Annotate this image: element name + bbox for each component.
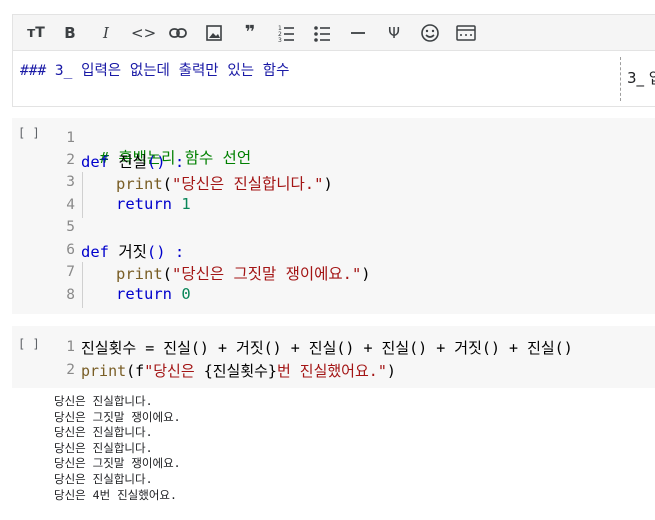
- number-literal: 1: [172, 195, 191, 213]
- code-line[interactable]: return 1: [116, 195, 191, 213]
- output-line: 당신은 4번 진실했어요.: [54, 487, 177, 502]
- quote-icon[interactable]: ❞: [239, 23, 261, 43]
- indent-guide: [82, 172, 83, 218]
- code-line[interactable]: print("당신은 진실합니다."): [116, 172, 333, 194]
- string-literal: "당신은 그짓말 쟁이에요.": [172, 265, 362, 283]
- markdown-source[interactable]: ### 3_ 입력은 없는데 출력만 있는 함수: [20, 59, 289, 80]
- output-line: 당신은 진실합니다.: [54, 425, 153, 440]
- keyword: def: [81, 243, 109, 261]
- markdown-preview: 3_ 입: [627, 69, 655, 87]
- italic-icon[interactable]: I: [95, 23, 117, 43]
- line-number: 1: [66, 339, 75, 355]
- image-icon[interactable]: [203, 23, 225, 43]
- output-line: 당신은 진실합니다.: [54, 394, 153, 408]
- string-literal: "당신은: [144, 362, 204, 380]
- editor-preview-divider: [620, 57, 621, 101]
- string-literal: "당신은 진실합니다.": [172, 175, 324, 193]
- line-number: 4: [66, 197, 75, 213]
- markdown-toolbar: тT B I <> ❞ 123 Ψ: [12, 14, 655, 51]
- code-line[interactable]: return 0: [116, 285, 191, 303]
- keyword: def: [81, 153, 109, 171]
- cell-output: 당신은 진실합니다. 당신은 그짓말 쟁이에요. 당신은 진실합니다. 당신은 진실합…: [54, 394, 181, 503]
- code-punctuation: ): [361, 265, 371, 283]
- output-line: 당신은 그짓말 쟁이에요.: [54, 456, 181, 471]
- line-number: 2: [66, 152, 75, 168]
- psi-icon[interactable]: Ψ: [383, 23, 405, 43]
- code-punctuation: (: [162, 175, 173, 193]
- builtin-function: print: [116, 175, 163, 193]
- function-name: 거짓: [109, 243, 147, 261]
- builtin-function: print: [81, 362, 127, 380]
- run-cell-2-button[interactable]: [ ]: [18, 337, 40, 351]
- numbered-list-icon[interactable]: 123: [275, 23, 297, 44]
- code-line[interactable]: print(f"당신은 {진실횟수}번 진실했어요."): [81, 360, 396, 381]
- string-literal: 번 진실했어요.": [276, 362, 387, 380]
- code-line[interactable]: def 진실() :: [81, 150, 184, 172]
- line-number: 5: [66, 219, 75, 235]
- keyword: return: [116, 195, 172, 213]
- keyword: return: [116, 285, 172, 303]
- builtin-function: print: [116, 265, 163, 283]
- horizontal-rule-icon[interactable]: [347, 23, 369, 43]
- code-icon[interactable]: <>: [131, 23, 156, 43]
- emoji-icon[interactable]: [419, 23, 441, 43]
- code-punctuation: ): [323, 175, 333, 193]
- line-number: 3: [66, 174, 75, 190]
- format-variable: {진실횟수}: [203, 362, 277, 380]
- function-name: 진실: [109, 153, 147, 171]
- link-icon[interactable]: [167, 23, 189, 43]
- code-line[interactable]: print("당신은 그짓말 쟁이에요."): [116, 262, 371, 284]
- code-line[interactable]: 진실횟수 = 진실() + 거짓() + 진실() + 진실() + 거짓() …: [81, 337, 573, 358]
- line-number: 6: [66, 242, 75, 258]
- line-number: 1: [66, 130, 75, 146]
- more-icon[interactable]: [455, 23, 477, 43]
- line-number: 7: [66, 264, 75, 280]
- markdown-editor[interactable]: ### 3_ 입력은 없는데 출력만 있는 함수 3_ 입: [12, 51, 655, 107]
- code-punctuation: (f: [126, 362, 145, 380]
- bulleted-list-icon[interactable]: [311, 23, 333, 43]
- text-size-icon[interactable]: тT: [25, 23, 47, 43]
- code-punctuation: () :: [146, 153, 185, 171]
- line-number: 8: [66, 287, 75, 303]
- run-cell-1-button[interactable]: [ ]: [18, 126, 40, 140]
- number-literal: 0: [172, 285, 191, 303]
- indent-guide: [82, 262, 83, 308]
- code-punctuation: () :: [146, 243, 185, 261]
- bold-icon[interactable]: B: [59, 23, 81, 43]
- line-number: 2: [66, 362, 75, 378]
- output-line: 당신은 그짓말 쟁이에요.: [54, 409, 181, 424]
- svg-text:3: 3: [278, 37, 282, 43]
- code-punctuation: ): [386, 362, 396, 380]
- code-punctuation: (: [162, 265, 173, 283]
- output-line: 당신은 진실합니다.: [54, 440, 153, 455]
- code-line[interactable]: def 거짓() :: [81, 240, 184, 262]
- output-line: 당신은 진실합니다.: [54, 471, 153, 486]
